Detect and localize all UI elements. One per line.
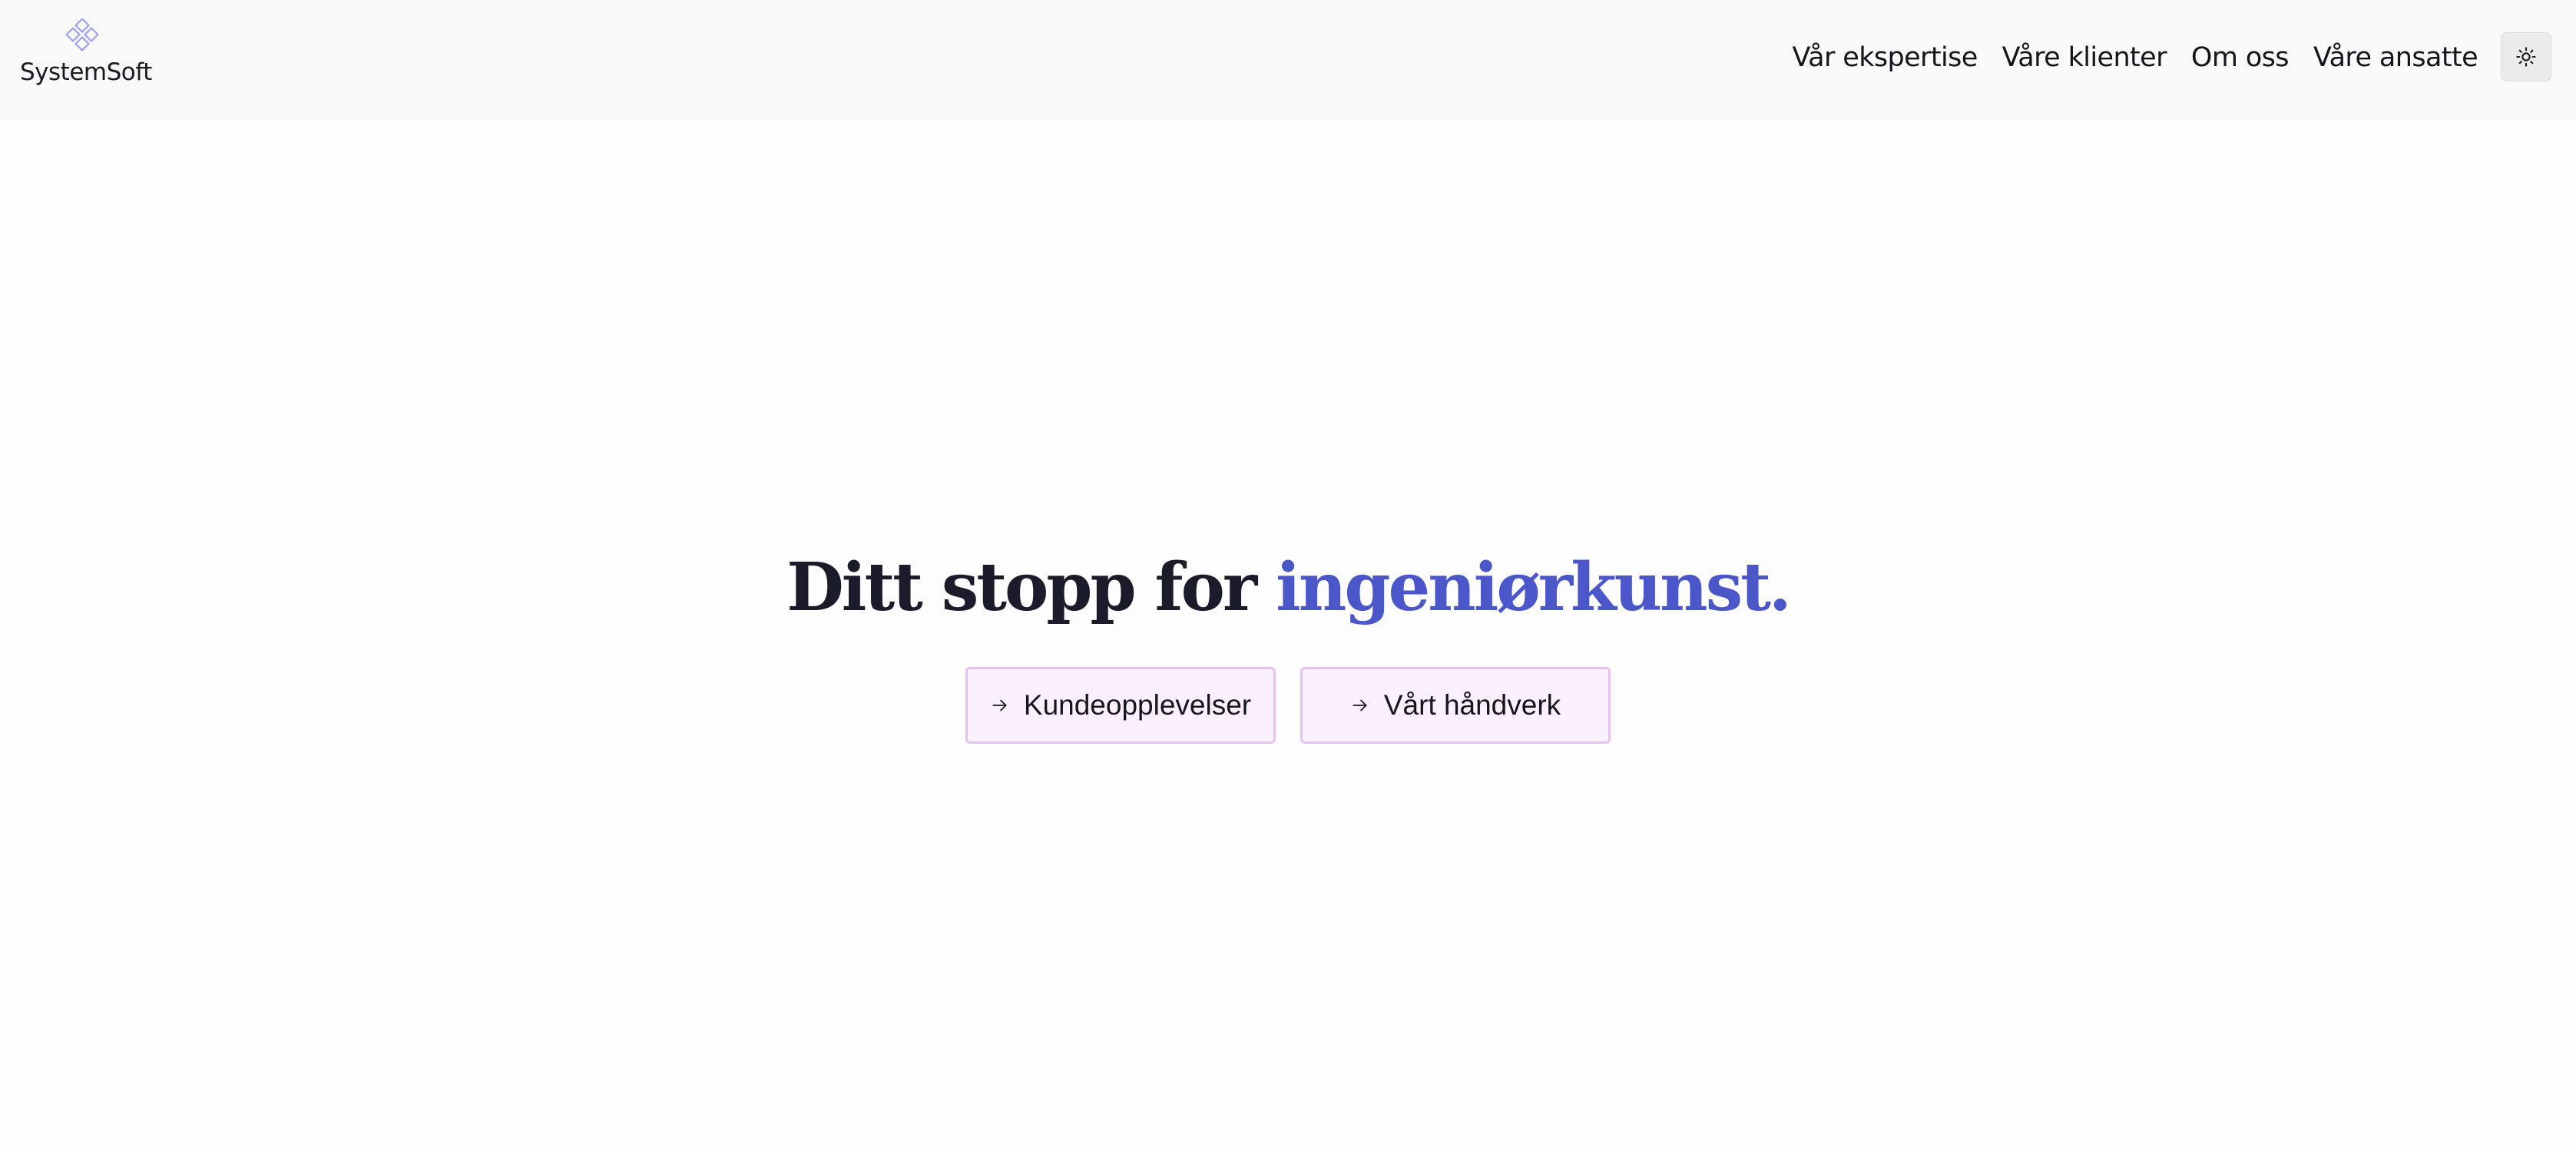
customer-experiences-button[interactable]: Kundeopplevelser xyxy=(965,667,1276,744)
our-craft-button[interactable]: Vårt håndverk xyxy=(1300,667,1611,744)
site-header: SystemSoft Vår ekspertise Våre klienter … xyxy=(0,0,2576,120)
nav-link-about[interactable]: Om oss xyxy=(2191,42,2290,73)
main-nav: Vår ekspertise Våre klienter Om oss Våre… xyxy=(1792,0,2478,115)
hero-title-prefix: Ditt stopp for xyxy=(786,549,1276,626)
nav-link-employees[interactable]: Våre ansatte xyxy=(2313,42,2478,73)
customer-experiences-label: Kundeopplevelser xyxy=(1023,689,1252,721)
arrow-right-icon xyxy=(990,695,1010,715)
brand-logo-link[interactable]: SystemSoft xyxy=(20,18,152,95)
hero-cta-row: Kundeopplevelser Vårt håndverk xyxy=(0,667,2576,744)
nav-link-expertise[interactable]: Vår ekspertise xyxy=(1792,42,1978,73)
theme-toggle-button[interactable] xyxy=(2501,32,2551,81)
our-craft-label: Vårt håndverk xyxy=(1383,689,1561,721)
arrow-right-icon xyxy=(1350,695,1370,715)
sun-icon xyxy=(2516,47,2536,67)
hero-title: Ditt stopp for ingeniørkunst. xyxy=(0,538,2576,638)
hero-title-accent: ingeniørkunst. xyxy=(1276,549,1792,626)
brand-name: SystemSoft xyxy=(20,58,152,86)
diamond-cluster-icon xyxy=(65,18,100,52)
nav-link-clients[interactable]: Våre klienter xyxy=(2002,42,2167,73)
